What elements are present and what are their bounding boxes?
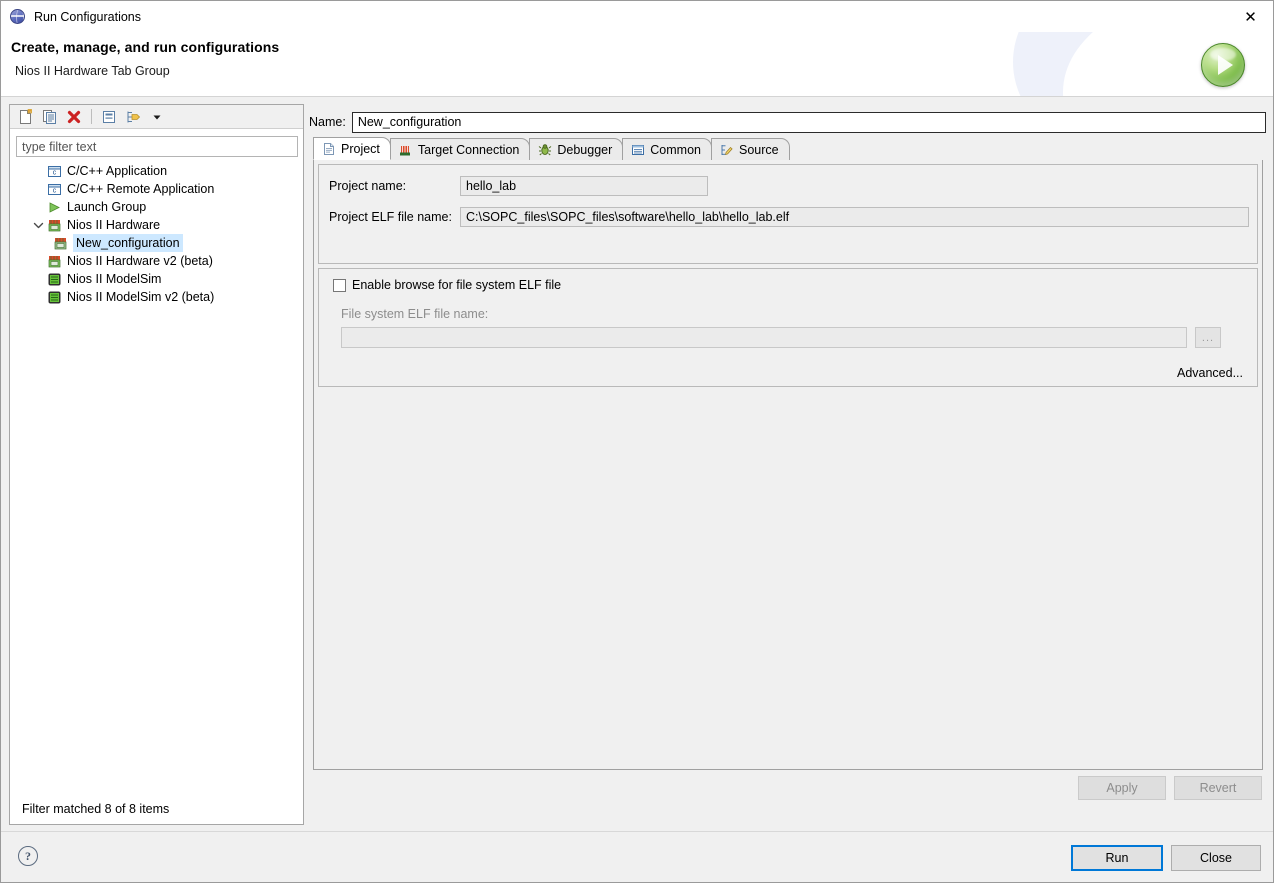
project-name-label: Project name: xyxy=(329,179,407,193)
tree-item-label: C/C++ Remote Application xyxy=(67,182,215,196)
project-file-icon xyxy=(321,141,336,156)
close-button[interactable]: Close xyxy=(1171,845,1261,871)
view-menu-chevron-icon[interactable] xyxy=(146,107,168,127)
nios-hardware-icon xyxy=(46,253,62,269)
tab-label: Debugger xyxy=(557,142,613,157)
toolbar-separator xyxy=(91,109,92,124)
filter-input[interactable]: type filter text xyxy=(16,136,298,157)
cpp-application-icon: c xyxy=(46,181,62,197)
source-edit-icon xyxy=(719,142,734,157)
nios-modelsim-icon xyxy=(46,271,62,287)
svg-text:c: c xyxy=(52,187,56,194)
name-row: Name: New_configuration xyxy=(309,111,1266,133)
tree-item-nios-ii-modelsim-v2[interactable]: Nios II ModelSim v2 (beta) xyxy=(16,288,298,306)
page-subtitle: Nios II Hardware Tab Group xyxy=(15,64,170,78)
tab-label: Common xyxy=(650,142,701,157)
run-configurations-dialog: Run Configurations ✕ Create, manage, and… xyxy=(0,0,1274,883)
launch-group-icon xyxy=(46,199,62,215)
help-icon[interactable]: ? xyxy=(18,846,38,866)
run-button[interactable]: Run xyxy=(1071,845,1163,871)
nios-modelsim-icon xyxy=(46,289,62,305)
configurations-tree: c C/C++ Application c C/C++ Remote Appli… xyxy=(16,162,298,306)
tree-item-cpp-remote-application[interactable]: c C/C++ Remote Application xyxy=(16,180,298,198)
tree-item-nios-ii-hardware-v2[interactable]: Nios II Hardware v2 (beta) xyxy=(16,252,298,270)
tree-item-new-configuration[interactable]: New_configuration xyxy=(16,234,298,252)
project-name-field[interactable]: hello_lab xyxy=(460,176,708,196)
footer-buttons: Run Close xyxy=(1071,845,1261,871)
project-name-row: Project name: xyxy=(329,179,406,193)
enable-browse-label: Enable browse for file system ELF file xyxy=(352,278,562,292)
footer-divider xyxy=(1,831,1273,832)
tab-label: Source xyxy=(738,142,779,157)
title-bar: Run Configurations ✕ xyxy=(1,1,1273,32)
enable-browse-checkbox-row[interactable]: Enable browse for file system ELF file xyxy=(333,278,561,292)
tree-item-label: Nios II ModelSim xyxy=(67,272,162,286)
tab-common[interactable]: Common xyxy=(622,138,712,160)
project-elf-label: Project ELF file name: xyxy=(329,210,452,224)
filter-status-text: Filter matched 8 of 8 items xyxy=(22,802,170,816)
tree-item-launch-group[interactable]: Launch Group xyxy=(16,198,298,216)
configuration-editor-panel: Name: New_configuration Project Target C… xyxy=(309,104,1266,825)
debugger-bug-icon xyxy=(537,142,552,157)
collapse-all-icon[interactable] xyxy=(98,107,120,127)
tree-item-label: C/C++ Application xyxy=(67,164,168,178)
page-title: Create, manage, and run configurations xyxy=(11,39,280,55)
filesystem-elf-group: Enable browse for file system ELF file F… xyxy=(318,268,1258,387)
project-group: Project name: hello_lab Project ELF file… xyxy=(318,164,1258,264)
tree-item-label: Nios II Hardware xyxy=(67,218,161,232)
project-elf-row: Project ELF file name: xyxy=(329,210,452,224)
tree-item-cpp-application[interactable]: c C/C++ Application xyxy=(16,162,298,180)
configurations-tree-panel: type filter text c C/C++ Application c C… xyxy=(9,104,304,825)
tab-body-project: Project name: hello_lab Project ELF file… xyxy=(313,160,1263,770)
apply-button[interactable]: Apply xyxy=(1078,776,1166,800)
new-launch-configuration-icon[interactable] xyxy=(15,107,37,127)
tree-item-label-selected: New_configuration xyxy=(73,234,183,252)
nios-hardware-icon xyxy=(46,217,62,233)
close-icon[interactable]: ✕ xyxy=(1228,1,1273,32)
common-list-icon xyxy=(630,142,645,157)
nios-hardware-icon xyxy=(52,235,68,251)
header-divider xyxy=(1,96,1273,97)
revert-button[interactable]: Revert xyxy=(1174,776,1262,800)
tab-label: Project xyxy=(341,141,380,156)
delete-configuration-icon[interactable] xyxy=(63,107,85,127)
cpp-application-icon: c xyxy=(46,163,62,179)
tab-debugger[interactable]: Debugger xyxy=(529,138,624,160)
window-globe-icon xyxy=(10,8,26,25)
advanced-link[interactable]: Advanced... xyxy=(1177,366,1243,380)
tree-item-nios-ii-modelsim[interactable]: Nios II ModelSim xyxy=(16,270,298,288)
enable-browse-checkbox[interactable] xyxy=(333,278,346,292)
filter-placeholder: type filter text xyxy=(22,139,97,154)
target-connection-icon xyxy=(398,142,413,157)
run-green-ball-icon xyxy=(1201,43,1245,87)
apply-revert-row: Apply Revert xyxy=(1078,776,1262,800)
fs-elf-input[interactable] xyxy=(341,327,1187,348)
tab-source[interactable]: Source xyxy=(710,138,790,160)
tab-strip: Project Target Connection Debugger Commo… xyxy=(313,137,1263,161)
tree-item-label: Nios II Hardware v2 (beta) xyxy=(67,254,213,268)
filter-launch-configurations-icon[interactable] xyxy=(122,107,144,127)
fs-elf-browse-button[interactable]: ... xyxy=(1195,327,1221,348)
tab-folder: Project Target Connection Debugger Commo… xyxy=(313,137,1263,770)
name-label: Name: xyxy=(309,115,346,129)
tab-label: Target Connection xyxy=(417,142,520,157)
fs-elf-label: File system ELF file name: xyxy=(341,307,489,321)
twisty-expanded-icon[interactable] xyxy=(30,220,46,231)
project-elf-field[interactable]: C:\SOPC_files\SOPC_files\software\hello_… xyxy=(460,207,1249,227)
tree-item-label: Nios II ModelSim v2 (beta) xyxy=(67,290,215,304)
name-input[interactable]: New_configuration xyxy=(351,111,1266,133)
tree-toolbar xyxy=(10,105,303,129)
header-banner: Create, manage, and run configurations N… xyxy=(1,32,1273,97)
tab-project[interactable]: Project xyxy=(313,137,391,160)
tab-target-connection[interactable]: Target Connection xyxy=(389,138,531,160)
window-title: Run Configurations xyxy=(34,9,142,24)
tree-item-label: Launch Group xyxy=(67,200,147,214)
duplicate-configuration-icon[interactable] xyxy=(39,107,61,127)
tree-item-nios-ii-hardware[interactable]: Nios II Hardware xyxy=(16,216,298,234)
svg-text:c: c xyxy=(52,169,56,176)
